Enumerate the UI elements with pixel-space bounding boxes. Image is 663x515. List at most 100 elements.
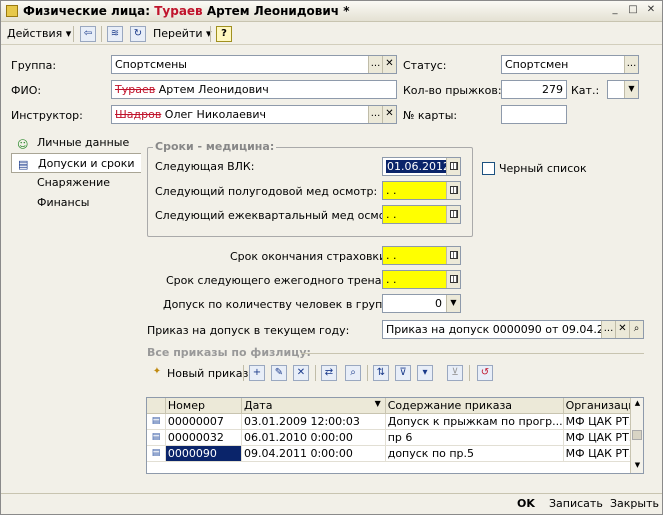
- order-open-icon[interactable]: ⌕: [629, 321, 643, 338]
- find-icon[interactable]: ⌕: [345, 365, 361, 381]
- quarter-exam-date-field[interactable]: . .: [382, 205, 461, 224]
- order-clear-icon[interactable]: ✕: [615, 321, 629, 338]
- maximize-icon[interactable]: □: [626, 4, 640, 18]
- cell-content: допуск по пр.5: [385, 445, 564, 462]
- close-icon[interactable]: ✕: [644, 4, 658, 18]
- training-label: Срок следующего ежегодного тренажа:: [166, 274, 402, 287]
- minimize-icon[interactable]: _: [608, 4, 622, 18]
- table-row[interactable]: ▤ 00000032 06.01.2010 0:00:00 пр 6 МФ ЦА…: [147, 429, 643, 446]
- chevron-down-icon[interactable]: ▼: [624, 81, 638, 98]
- instructor-label: Инструктор:: [11, 109, 83, 122]
- history-icon[interactable]: ↺: [477, 365, 493, 381]
- goto-label: Перейти: [153, 27, 203, 40]
- clear-filter-icon[interactable]: ⊻: [447, 365, 463, 381]
- cell-content: Допуск к прыжкам по прогр...: [385, 413, 564, 430]
- goto-menu[interactable]: Перейти ▾: [153, 25, 212, 43]
- order-select-button[interactable]: ...: [601, 321, 615, 338]
- halfyear-exam-value: . .: [386, 184, 397, 197]
- refresh-icon[interactable]: ↻: [130, 26, 146, 42]
- link-icon[interactable]: ⇄: [321, 365, 337, 381]
- tab-finances[interactable]: Финансы: [11, 193, 139, 213]
- calendar-icon[interactable]: [446, 182, 460, 199]
- vlk-date-value: 01.06.2012: [386, 160, 451, 173]
- current-order-field[interactable]: Приказ на допуск 0000090 от 09.04.2011 0…: [382, 320, 644, 339]
- calendar-icon[interactable]: [446, 206, 460, 223]
- column-header-date[interactable]: Дата ▼: [241, 398, 386, 414]
- toolbar-separator: [73, 26, 74, 42]
- group-select-button[interactable]: ...: [368, 56, 382, 73]
- status-select-button[interactable]: ...: [624, 56, 638, 73]
- instructor-field[interactable]: Шадров Олег Николаевич ... ✕: [111, 105, 397, 124]
- new-order-button[interactable]: Новый приказ: [167, 367, 248, 381]
- calendar-icon[interactable]: [446, 247, 460, 264]
- person-icon: ☺: [17, 138, 29, 151]
- filter-icon[interactable]: ⊽: [395, 365, 411, 381]
- instructor-clear-icon[interactable]: ✕: [382, 106, 396, 123]
- person-form-window: Физические лица: Тураев Артем Леонидович…: [0, 0, 663, 515]
- cell-date: 03.01.2009 12:00:03: [241, 413, 386, 430]
- calendar-icon[interactable]: [446, 158, 460, 175]
- cell-number: 00000032: [165, 429, 242, 446]
- tab-label: Снаряжение: [37, 176, 110, 189]
- fio-redacted-surname: Тураев: [115, 83, 156, 96]
- orders-table[interactable]: Номер Дата ▼ Содержание приказа Организац…: [146, 397, 644, 474]
- vlk-date-field[interactable]: 01.06.2012: [382, 157, 461, 176]
- column-header-number[interactable]: Номер: [165, 398, 242, 414]
- scroll-up-icon[interactable]: ▲: [632, 398, 643, 409]
- add-row-icon[interactable]: +: [249, 365, 265, 381]
- help-icon[interactable]: ?: [216, 26, 232, 42]
- status-label: Статус:: [403, 59, 447, 72]
- tab-equipment[interactable]: Снаряжение: [11, 173, 139, 193]
- cell-number: 0000090: [165, 445, 242, 462]
- chevron-down-icon[interactable]: ▼: [446, 295, 460, 312]
- table-scrollbar[interactable]: ▲ ▼: [630, 398, 643, 473]
- halfyear-exam-date-field[interactable]: . .: [382, 181, 461, 200]
- group-size-label: Допуск по количеству человек в группе:: [163, 298, 400, 311]
- jumps-label: Кол-во прыжков:: [403, 84, 502, 97]
- group-field[interactable]: Спортсмены ... ✕: [111, 55, 397, 74]
- edit-row-icon[interactable]: ✎: [271, 365, 287, 381]
- insurance-date-field[interactable]: . .: [382, 246, 461, 265]
- scroll-down-icon[interactable]: ▼: [632, 460, 643, 471]
- vlk-label: Следующая ВЛК:: [155, 160, 255, 173]
- status-field[interactable]: Спортсмен ...: [501, 55, 639, 74]
- title-bar: Физические лица: Тураев Артем Леонидович…: [1, 1, 662, 22]
- actions-menu[interactable]: Действия ▾: [7, 25, 71, 43]
- scroll-thumb[interactable]: [632, 430, 642, 440]
- jumps-count-field[interactable]: 279: [501, 80, 567, 99]
- help-label: ?: [221, 28, 227, 39]
- fio-field[interactable]: Тураев Артем Леонидович: [111, 80, 397, 99]
- table-row-selected[interactable]: ▤ 0000090 09.04.2011 0:00:00 допуск по п…: [147, 445, 643, 462]
- card-number-label: № карты:: [403, 109, 458, 122]
- close-button[interactable]: Закрыть: [610, 497, 659, 511]
- sort-icon[interactable]: ⇅: [373, 365, 389, 381]
- quarter-exam-value: . .: [386, 208, 397, 221]
- save-button[interactable]: Записать: [549, 497, 603, 511]
- table-row[interactable]: ▤ 00000007 03.01.2009 12:00:03 Допуск к …: [147, 413, 643, 430]
- arrow-left-icon[interactable]: ⇦: [80, 26, 96, 42]
- instructor-select-button[interactable]: ...: [368, 106, 382, 123]
- toolbar-separator: [243, 365, 244, 381]
- delete-row-icon[interactable]: ✕: [293, 365, 309, 381]
- group-size-field[interactable]: 0 ▼: [382, 294, 461, 313]
- toolbar: Действия ▾ ⇦ ≋ ↻ Перейти ▾ ?: [1, 23, 662, 45]
- title-name: Артем Леонидович *: [202, 4, 350, 18]
- tab-personal-data[interactable]: ☺ Личные данные: [11, 133, 139, 153]
- cell-content: пр 6: [385, 429, 564, 446]
- column-header-content[interactable]: Содержание приказа: [385, 398, 564, 414]
- ok-button[interactable]: OK: [517, 497, 535, 511]
- blacklist-checkbox[interactable]: [482, 162, 495, 175]
- cell-date: 09.04.2011 0:00:00: [241, 445, 386, 462]
- tab-permits-and-deadlines[interactable]: ▤ Допуски и сроки: [11, 153, 141, 173]
- tab-label: Личные данные: [37, 136, 130, 149]
- filter-menu-icon[interactable]: ▾: [417, 365, 433, 381]
- medicine-group-title: Сроки - медицина:: [153, 140, 277, 153]
- category-select[interactable]: ▼: [607, 80, 639, 99]
- group-clear-icon[interactable]: ✕: [382, 56, 396, 73]
- structure-icon[interactable]: ≋: [107, 26, 123, 42]
- card-number-field[interactable]: [501, 105, 567, 124]
- training-date-field[interactable]: . .: [382, 270, 461, 289]
- toolbar-separator: [101, 26, 102, 42]
- toolbar-separator: [210, 26, 211, 42]
- calendar-icon[interactable]: [446, 271, 460, 288]
